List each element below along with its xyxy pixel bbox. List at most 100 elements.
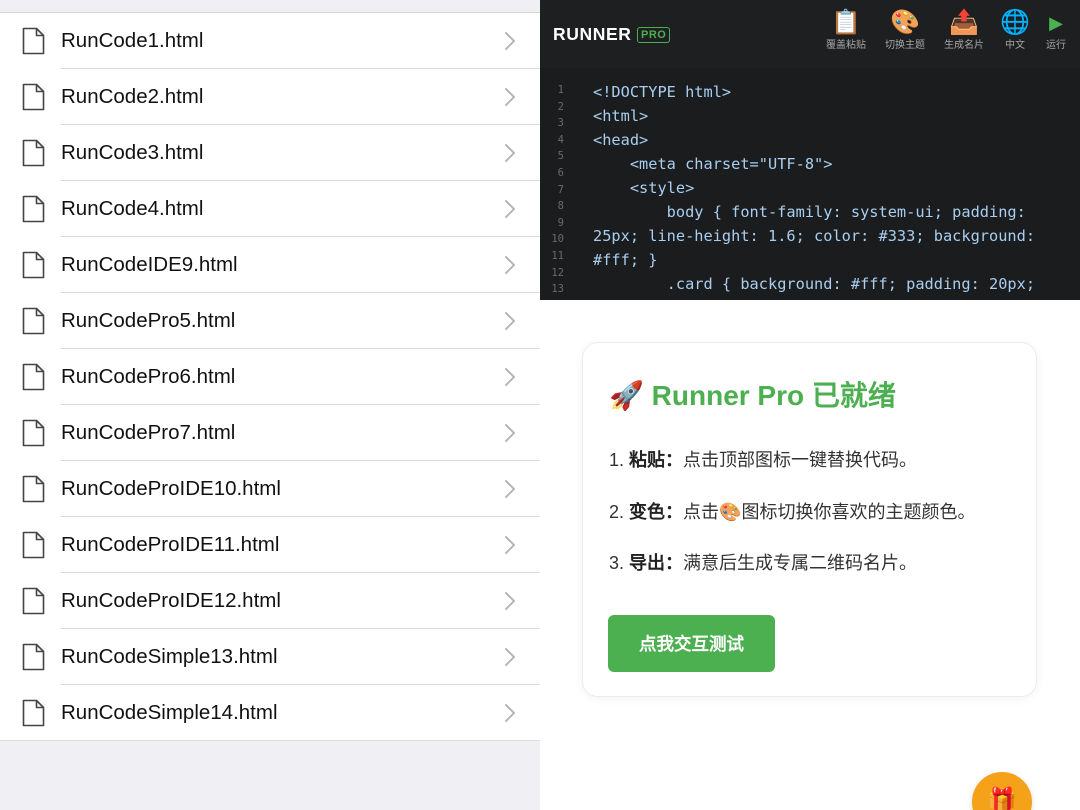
step-export: 3. 导出：满意后生成专属二维码名片。 (609, 549, 917, 575)
file-name: RunCode1.html (61, 29, 204, 52)
export-tray-icon: 📤 (949, 9, 979, 36)
step-number: 3. (609, 553, 625, 573)
file-name: RunCodePro6.html (61, 365, 236, 388)
line-number: 12 (551, 266, 564, 279)
file-row[interactable]: RunCodeProIDE11.html (0, 517, 540, 573)
file-list: RunCode1.html RunCode2.html RunCode3.html R… (0, 12, 540, 741)
file-row[interactable]: RunCode2.html (0, 69, 540, 125)
editor-header: RUNNER PRO 📋 覆盖粘贴 🎨 切换主题 📤 生成名片 🌐 中文 ▶ 运… (540, 0, 1080, 68)
file-name: RunCodeSimple14.html (61, 701, 278, 724)
step-separator: ： (665, 502, 684, 522)
line-number: 5 (557, 150, 564, 163)
step-text: 点击 (683, 502, 720, 522)
document-icon (22, 195, 45, 223)
code-line: body { font-family: system-ui; padding: (593, 203, 1026, 221)
pro-badge: PRO (637, 27, 671, 43)
document-icon (22, 83, 45, 111)
line-number: 3 (557, 117, 564, 130)
chevron-right-icon (505, 480, 515, 498)
step-paste: 1. 粘贴：点击顶部图标一键替换代码。 (609, 446, 917, 472)
switch-theme-button[interactable]: 🎨 切换主题 (876, 8, 934, 60)
gift-fab-button[interactable]: 🎁 (972, 772, 1032, 810)
play-icon: ▶ (1049, 13, 1063, 33)
line-number: 8 (557, 200, 564, 213)
file-row[interactable]: RunCodePro7.html (0, 405, 540, 461)
step-keyword: 变色 (629, 502, 666, 522)
step-number: 2. (609, 502, 625, 522)
chevron-right-icon (505, 648, 515, 666)
file-row[interactable]: RunCode3.html (0, 125, 540, 181)
step-text: 点击顶部图标一键替换代码。 (683, 450, 918, 470)
step-separator: ： (665, 553, 684, 573)
code-line: .card { background: #fff; padding: 20px; (593, 275, 1036, 293)
gift-icon: 🎁 (987, 787, 1017, 810)
document-icon (22, 587, 45, 615)
document-icon (22, 27, 45, 55)
line-number: 2 (557, 100, 564, 113)
chevron-right-icon (505, 592, 515, 610)
chevron-right-icon (505, 144, 515, 162)
line-number-gutter: 1 2 3 4 5 6 7 8 9 10 11 12 13 (540, 82, 570, 298)
run-button[interactable]: ▶ 运行 (1027, 8, 1080, 60)
chevron-right-icon (505, 536, 515, 554)
code-line: 25px; line-height: 1.6; color: #333; bac… (593, 227, 1036, 245)
interactive-test-button[interactable]: 点我交互测试 (608, 615, 775, 672)
file-row[interactable]: RunCodePro5.html (0, 293, 540, 349)
code-text[interactable]: <!DOCTYPE html> <html> <head> <meta charse… (593, 80, 1073, 296)
file-name: RunCode4.html (61, 197, 204, 220)
line-number: 13 (551, 283, 564, 296)
line-number: 4 (557, 133, 564, 146)
document-icon (22, 531, 45, 559)
toolbar-label: 切换主题 (885, 40, 925, 51)
clipboard-icon: 📋 (831, 9, 861, 36)
chevron-right-icon (505, 256, 515, 274)
step-keyword: 粘贴 (629, 450, 666, 470)
document-icon (22, 307, 45, 335)
line-number: 7 (557, 183, 564, 196)
code-editor[interactable]: 1 2 3 4 5 6 7 8 9 10 11 12 13 <!DOCTYPE html> <html> <… (540, 68, 1080, 300)
palette-icon: 🎨 (890, 9, 920, 36)
document-icon (22, 475, 45, 503)
step-theme: 2. 变色：点击🎨图标切换你喜欢的主题颜色。 (609, 498, 975, 524)
chevron-right-icon (505, 704, 515, 722)
file-row[interactable]: RunCodeIDE9.html (0, 237, 540, 293)
rocket-icon: 🚀 (609, 380, 644, 411)
file-name: RunCodeProIDE12.html (61, 589, 281, 612)
toolbar-label: 覆盖粘贴 (826, 40, 866, 51)
document-icon (22, 419, 45, 447)
paste-overwrite-button[interactable]: 📋 覆盖粘贴 (817, 8, 875, 60)
file-row[interactable]: RunCodeSimple14.html (0, 685, 540, 741)
line-number: 1 (557, 84, 564, 96)
chevron-right-icon (505, 200, 515, 218)
line-number: 6 (557, 166, 564, 179)
chevron-right-icon (505, 424, 515, 442)
step-text: 图标切换你喜欢的主题颜色。 (741, 502, 976, 522)
file-row[interactable]: RunCodeSimple13.html (0, 629, 540, 685)
code-line: #fff; } (593, 251, 658, 269)
document-icon (22, 363, 45, 391)
code-line: <head> (593, 131, 649, 149)
file-name: RunCodePro5.html (61, 309, 236, 332)
preview-title: 🚀 Runner Pro 已就绪 (609, 374, 896, 414)
step-keyword: 导出 (629, 553, 666, 573)
document-icon (22, 251, 45, 279)
file-row[interactable]: RunCodePro6.html (0, 349, 540, 405)
file-name: RunCode3.html (61, 141, 204, 164)
file-name: RunCodeIDE9.html (61, 253, 238, 276)
file-name: RunCodeProIDE10.html (61, 477, 281, 500)
file-name: RunCode2.html (61, 85, 204, 108)
runner-panel: RUNNER PRO 📋 覆盖粘贴 🎨 切换主题 📤 生成名片 🌐 中文 ▶ 运… (540, 0, 1080, 810)
generate-card-button[interactable]: 📤 生成名片 (935, 8, 993, 60)
document-icon (22, 643, 45, 671)
step-number: 1. (609, 450, 625, 470)
file-row[interactable]: RunCode4.html (0, 181, 540, 237)
step-text: 满意后生成专属二维码名片。 (683, 553, 918, 573)
file-row[interactable]: RunCodeProIDE10.html (0, 461, 540, 517)
preview-title-text: Runner Pro 已就绪 (651, 380, 896, 411)
file-row[interactable]: RunCode1.html (0, 13, 540, 69)
file-name: RunCodeProIDE11.html (61, 533, 280, 556)
file-name: RunCodePro7.html (61, 421, 236, 444)
line-number: 11 (551, 249, 564, 262)
palette-icon: 🎨 (719, 502, 742, 522)
file-row[interactable]: RunCodeProIDE12.html (0, 573, 540, 629)
